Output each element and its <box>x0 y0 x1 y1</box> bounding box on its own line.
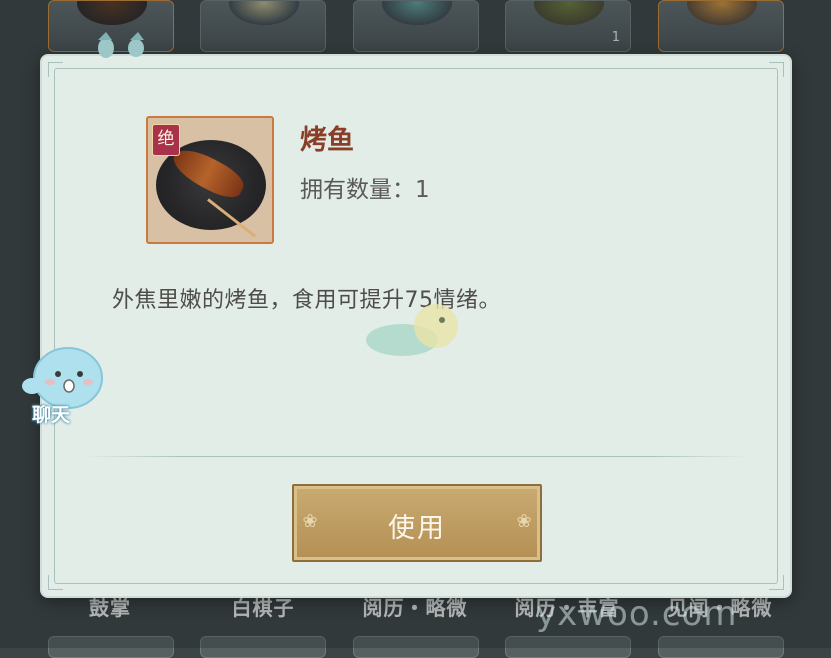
item-quantity: 拥有数量：1 <box>300 177 430 203</box>
dialog-divider <box>84 456 748 457</box>
flower-ornament-icon: ❀ <box>516 511 532 532</box>
frame-corner <box>48 575 63 590</box>
rarity-badge: 绝 <box>152 124 180 156</box>
use-button-label: 使用 <box>388 513 446 544</box>
item-icon-frame: 绝 <box>146 116 274 244</box>
frame-corner <box>769 62 784 77</box>
watermark-logo-icon <box>366 304 458 356</box>
use-button[interactable]: ❀ 使用 ❀ <box>292 484 542 562</box>
birds-ornament-icon <box>98 32 144 58</box>
item-name: 烤鱼 <box>300 125 354 156</box>
item-detail-dialog: 绝 烤鱼 拥有数量：1 外焦里嫩的烤鱼，食用可提升75情绪。 ❀ 使用 ❀ <box>42 56 790 596</box>
chat-label: 聊天 <box>32 404 71 426</box>
frame-corner <box>48 62 63 77</box>
watermark-text: yxwoo.com <box>536 594 738 634</box>
frame-corner <box>769 575 784 590</box>
